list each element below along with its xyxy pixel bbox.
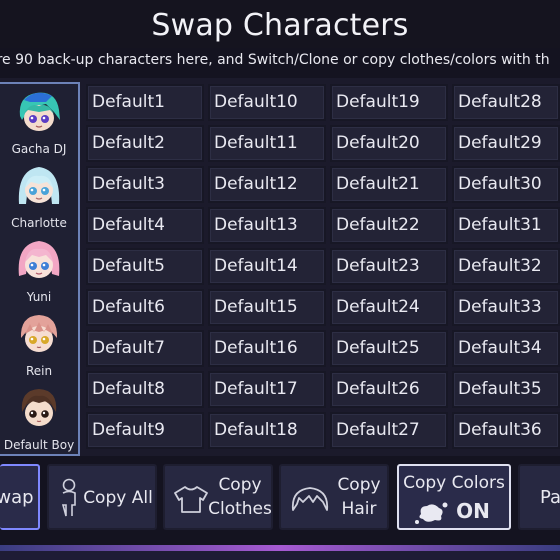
character-card-default-boy[interactable]: Default Boy [2,382,76,452]
copy-all-label: Copy All [83,488,153,508]
copy-hair-label-line2: Hair [341,499,377,519]
action-bar: wap Copy All Copy Clothes Copy Hair Copy… [0,456,560,540]
slot-default28[interactable]: Default28 [452,84,560,121]
bottom-strip [0,551,560,560]
slot-default9[interactable]: Default9 [86,412,204,449]
slot-default8[interactable]: Default8 [86,371,204,408]
shirt-icon [174,486,208,513]
character-name: Yuni [26,290,52,304]
slot-default19[interactable]: Default19 [330,84,448,121]
hair-icon [291,487,329,511]
slot-default20[interactable]: Default20 [330,125,448,162]
swap-button[interactable]: wap [0,464,40,530]
copy-colors-label: Copy Colors [403,473,505,493]
slot-default36[interactable]: Default36 [452,412,560,449]
character-list: Gacha DJ Charlotte Yuni Rein Default Boy [0,82,80,456]
page-subtitle: ore 90 back-up characters here, and Swit… [0,52,550,68]
slot-default27[interactable]: Default27 [330,412,448,449]
copy-clothes-label-line1: Copy [218,475,262,495]
slot-default3[interactable]: Default3 [86,166,204,203]
paste-label: Pa [540,487,560,508]
character-name: Default Boy [3,438,75,452]
default-boy-avatar-icon [21,389,57,426]
slot-default1[interactable]: Default1 [86,84,204,121]
person-outline-icon [61,478,76,517]
character-card-charlotte[interactable]: Charlotte [2,160,76,230]
slot-default16[interactable]: Default16 [208,330,326,367]
slot-default21[interactable]: Default21 [330,166,448,203]
slot-default14[interactable]: Default14 [208,248,326,285]
copy-clothes-button[interactable]: Copy Clothes [163,464,273,530]
slot-default2[interactable]: Default2 [86,125,204,162]
character-card-rein[interactable]: Rein [2,308,76,378]
slot-default35[interactable]: Default35 [452,371,560,408]
slot-default17[interactable]: Default17 [208,371,326,408]
slot-default5[interactable]: Default5 [86,248,204,285]
slot-default13[interactable]: Default13 [208,207,326,244]
slot-default10[interactable]: Default10 [208,84,326,121]
slot-default12[interactable]: Default12 [208,166,326,203]
page-title: Swap Characters [151,8,409,43]
copy-colors-toggle[interactable]: Copy Colors ON [397,464,511,530]
character-name: Charlotte [11,216,67,230]
copy-hair-label-line1: Copy [337,475,381,495]
slot-default4[interactable]: Default4 [86,207,204,244]
copy-clothes-label-line2: Clothes [208,499,272,519]
slot-default34[interactable]: Default34 [452,330,560,367]
slot-default25[interactable]: Default25 [330,330,448,367]
slot-default32[interactable]: Default32 [452,248,560,285]
swap-label: wap [0,487,34,508]
slot-default31[interactable]: Default31 [452,207,560,244]
paste-button[interactable]: Pa [518,464,560,530]
character-card-yuni[interactable]: Yuni [2,234,76,304]
slot-default26[interactable]: Default26 [330,371,448,408]
copy-colors-state: ON [456,499,490,523]
slot-default30[interactable]: Default30 [452,166,560,203]
copy-all-button[interactable]: Copy All [47,464,157,530]
slot-default18[interactable]: Default18 [208,412,326,449]
rein-avatar-icon [20,315,58,352]
slot-default7[interactable]: Default7 [86,330,204,367]
character-card-gacha-dj[interactable]: Gacha DJ [2,86,76,156]
slot-default33[interactable]: Default33 [452,289,560,326]
gacha-dj-avatar-icon [19,92,60,131]
character-name: Gacha DJ [11,142,67,156]
yuni-avatar-icon [18,241,60,278]
slot-default29[interactable]: Default29 [452,125,560,162]
slot-default15[interactable]: Default15 [208,289,326,326]
charlotte-avatar-icon [18,167,60,204]
slot-default24[interactable]: Default24 [330,289,448,326]
slot-default6[interactable]: Default6 [86,289,204,326]
character-name: Rein [25,364,53,378]
slot-default23[interactable]: Default23 [330,248,448,285]
slot-default22[interactable]: Default22 [330,207,448,244]
paint-splat-icon [415,502,448,524]
slot-default11[interactable]: Default11 [208,125,326,162]
copy-hair-button[interactable]: Copy Hair [279,464,389,530]
